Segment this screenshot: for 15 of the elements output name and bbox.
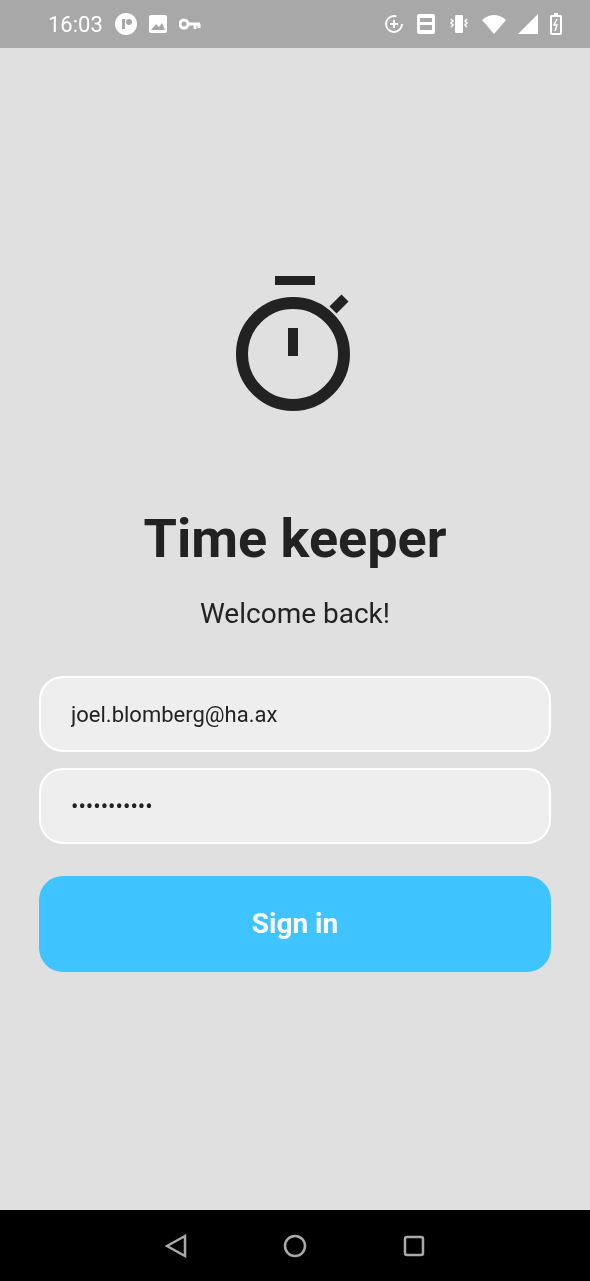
app-title: Time keeper [143,512,447,566]
wifi-icon [482,14,506,34]
vibrate-icon [448,14,470,34]
email-field[interactable]: joel.blomberg@ha.ax [39,676,551,752]
key-icon [178,18,201,30]
sync-icon [384,14,404,34]
status-time: 16:03 [48,10,103,39]
recents-icon[interactable] [403,1234,425,1257]
password-field[interactable]: ••••••••••• [39,768,551,844]
image-icon [148,15,167,33]
home-icon[interactable] [283,1233,307,1258]
welcome-text: Welcome back! [199,600,391,628]
signal-icon [518,14,538,34]
battery-charging-icon [550,13,562,35]
back-icon[interactable] [165,1233,187,1258]
